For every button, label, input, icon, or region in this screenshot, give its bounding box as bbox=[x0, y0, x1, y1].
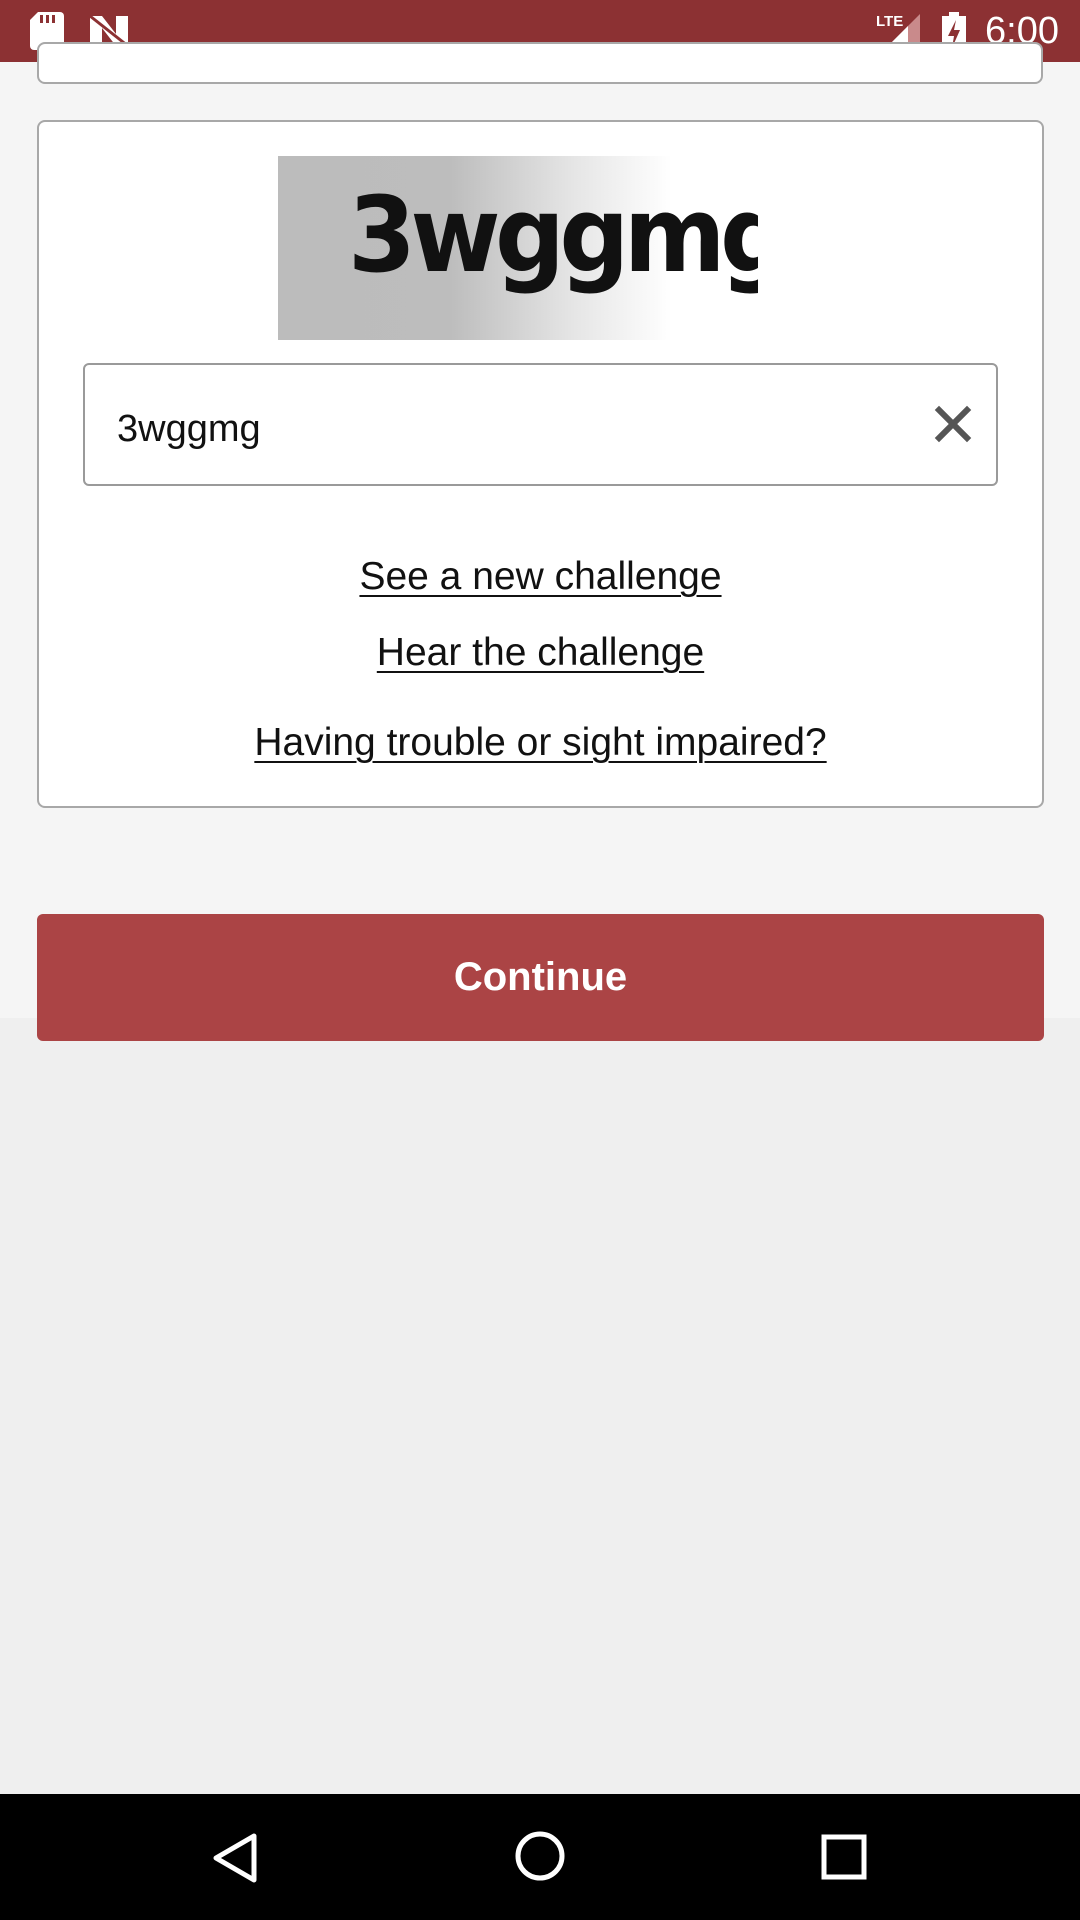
trouble-link[interactable]: Having trouble or sight impaired? bbox=[37, 721, 1044, 765]
captcha-image: 3wggmg bbox=[278, 156, 758, 340]
previous-card bbox=[37, 42, 1043, 84]
recents-icon[interactable] bbox=[821, 1834, 867, 1880]
navigation-bar bbox=[0, 1794, 1080, 1920]
hear-challenge-link[interactable]: Hear the challenge bbox=[37, 631, 1044, 675]
continue-button[interactable]: Continue bbox=[37, 914, 1044, 1041]
new-challenge-link[interactable]: See a new challenge bbox=[37, 555, 1044, 599]
captcha-image-text: 3wggmg bbox=[348, 174, 758, 296]
home-icon[interactable] bbox=[514, 1830, 566, 1882]
captcha-input-value[interactable]: 3wggmg bbox=[117, 365, 261, 484]
back-icon[interactable] bbox=[212, 1832, 258, 1884]
close-icon[interactable] bbox=[934, 405, 972, 443]
captcha-input[interactable]: 3wggmg bbox=[83, 363, 998, 486]
network-label: LTE bbox=[876, 13, 903, 30]
